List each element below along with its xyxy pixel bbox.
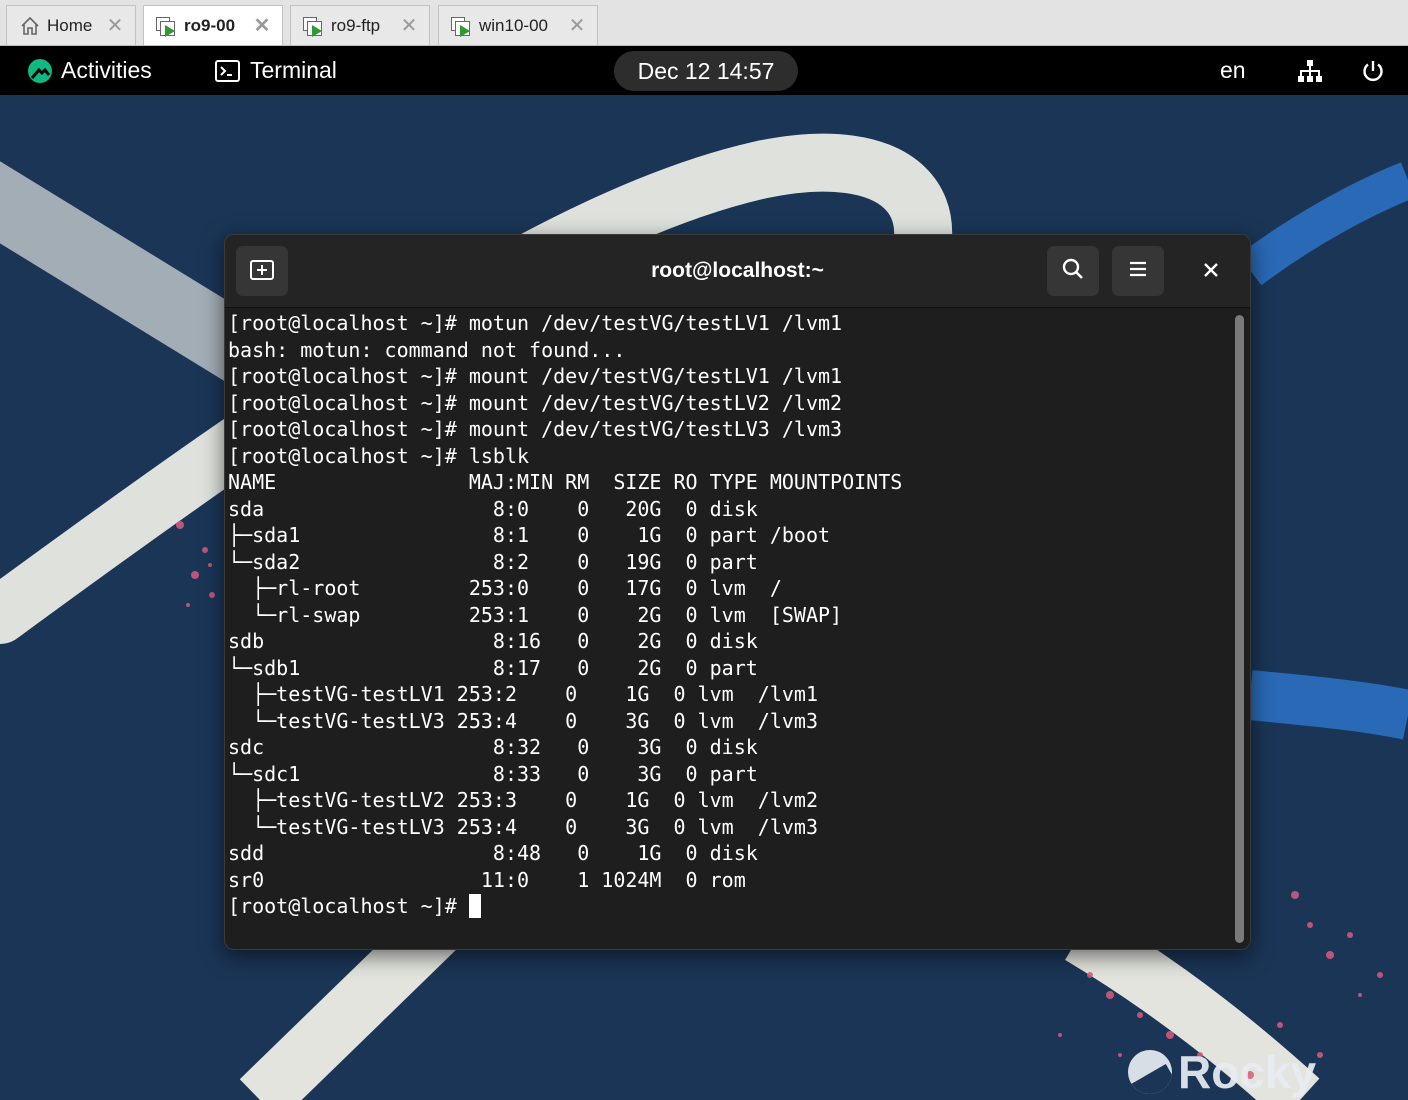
input-language-button[interactable]: en bbox=[1220, 46, 1246, 95]
app-menu-terminal[interactable]: Terminal bbox=[215, 46, 337, 95]
text-cursor bbox=[468, 894, 481, 919]
output-line: sdb 8:16 0 2G 0 disk bbox=[228, 629, 758, 653]
close-icon[interactable]: ✕ bbox=[399, 16, 419, 36]
vm-running-icon bbox=[451, 15, 473, 37]
output-line: └─sdb1 8:17 0 2G 0 part bbox=[228, 655, 758, 680]
close-icon bbox=[1203, 258, 1219, 284]
new-tab-icon bbox=[250, 258, 274, 285]
tab-home[interactable]: Home ✕ bbox=[6, 5, 136, 45]
vm-running-icon bbox=[303, 15, 325, 37]
output-line: ├─rl-root 253:0 0 17G 0 lvm / bbox=[228, 576, 782, 600]
tab-ro9-ftp[interactable]: ro9-ftp ✕ bbox=[290, 5, 430, 45]
output-line: sdd 8:48 0 1G 0 disk bbox=[228, 841, 758, 865]
activities-button[interactable]: Activities bbox=[28, 46, 152, 95]
output-line: [root@localhost ~]# mount /dev/testVG/te… bbox=[228, 417, 843, 441]
rocky-wallpaper-logo: Rocky bbox=[1128, 1045, 1316, 1099]
hamburger-menu-icon bbox=[1128, 260, 1148, 283]
scrollbar[interactable] bbox=[1235, 315, 1244, 943]
output-line: [root@localhost ~]# mount /dev/testVG/te… bbox=[228, 364, 843, 388]
gnome-top-bar: Activities Terminal Dec 12 14:57 en bbox=[0, 46, 1408, 95]
tab-ro9-00[interactable]: ro9-00 ✕ bbox=[143, 5, 283, 45]
output-line: [root@localhost ~]# mount /dev/testVG/te… bbox=[228, 390, 843, 415]
rocky-logo-text: Rocky bbox=[1178, 1046, 1317, 1098]
network-icon[interactable] bbox=[1297, 46, 1323, 95]
output-line: bash: motun: command not found... bbox=[228, 337, 626, 362]
rocky-logo-icon bbox=[1128, 1050, 1172, 1094]
output-line: └─rl-swap 253:1 0 2G 0 lvm [SWAP] bbox=[228, 602, 843, 627]
prompt-line[interactable]: [root@localhost ~]# bbox=[228, 893, 902, 920]
close-icon[interactable]: ✕ bbox=[105, 16, 125, 36]
terminal-headerbar[interactable]: root@localhost:~ bbox=[225, 235, 1250, 308]
search-icon bbox=[1062, 258, 1084, 285]
tab-home-label: Home bbox=[47, 15, 93, 35]
tab-ro9-00-label: ro9-00 bbox=[184, 15, 236, 35]
rocky-logo-icon bbox=[28, 58, 52, 83]
app-menu-label: Terminal bbox=[250, 57, 337, 83]
menu-button[interactable] bbox=[1112, 246, 1164, 296]
output-line: [root@localhost ~]# lsblk bbox=[228, 443, 530, 468]
vm-tab-bar: Home ✕ ro9-00 ✕ ro9-ftp ✕ win10-00 ✕ bbox=[0, 0, 1408, 46]
output-line: sr0 11:0 1 1024M 0 rom bbox=[228, 867, 746, 892]
close-window-button[interactable] bbox=[1185, 246, 1237, 296]
output-line: └─testVG-testLV3 253:4 0 3G 0 lvm /lvm3 bbox=[228, 814, 819, 839]
output-line: sda 8:0 0 20G 0 disk bbox=[228, 496, 758, 521]
output-line: sdc 8:32 0 3G 0 disk bbox=[228, 735, 758, 759]
close-icon[interactable]: ✕ bbox=[252, 16, 272, 36]
close-icon[interactable]: ✕ bbox=[567, 16, 587, 36]
output-line: NAME MAJ:MIN RM SIZE RO TYPE MOUNTPOINTS bbox=[228, 470, 903, 494]
output-lines: [root@localhost ~]# motun /dev/testVG/te… bbox=[228, 310, 902, 920]
output-line: ├─testVG-testLV1 253:2 0 1G 0 lvm /lvm1 bbox=[228, 682, 819, 706]
output-line: [root@localhost ~]# motun /dev/testVG/te… bbox=[228, 311, 843, 335]
terminal-window[interactable]: root@localhost:~ [root@localhost ~]# mot… bbox=[224, 234, 1251, 950]
search-button[interactable] bbox=[1047, 246, 1099, 296]
output-line: ├─sda1 8:1 0 1G 0 part /boot bbox=[228, 523, 831, 547]
vm-running-icon bbox=[156, 15, 178, 37]
new-tab-button[interactable] bbox=[236, 246, 288, 296]
tab-win10-00-label: win10-00 bbox=[479, 15, 548, 35]
terminal-icon bbox=[215, 59, 240, 82]
output-line: └─sda2 8:2 0 19G 0 part bbox=[228, 549, 758, 574]
clock-button[interactable]: Dec 12 14:57 bbox=[614, 51, 798, 91]
shell-prompt: [root@localhost ~]# bbox=[228, 894, 457, 918]
terminal-output[interactable]: [root@localhost ~]# motun /dev/testVG/te… bbox=[225, 307, 1230, 947]
power-icon[interactable] bbox=[1361, 46, 1385, 95]
home-icon bbox=[19, 15, 41, 37]
output-line: ├─testVG-testLV2 253:3 0 1G 0 lvm /lvm2 bbox=[228, 788, 819, 812]
output-line: └─sdc1 8:33 0 3G 0 part bbox=[228, 761, 758, 786]
tab-ro9-ftp-label: ro9-ftp bbox=[331, 15, 381, 35]
activities-label: Activities bbox=[61, 57, 152, 83]
tab-win10-00[interactable]: win10-00 ✕ bbox=[438, 5, 598, 45]
output-line: └─testVG-testLV3 253:4 0 3G 0 lvm /lvm3 bbox=[228, 708, 819, 733]
